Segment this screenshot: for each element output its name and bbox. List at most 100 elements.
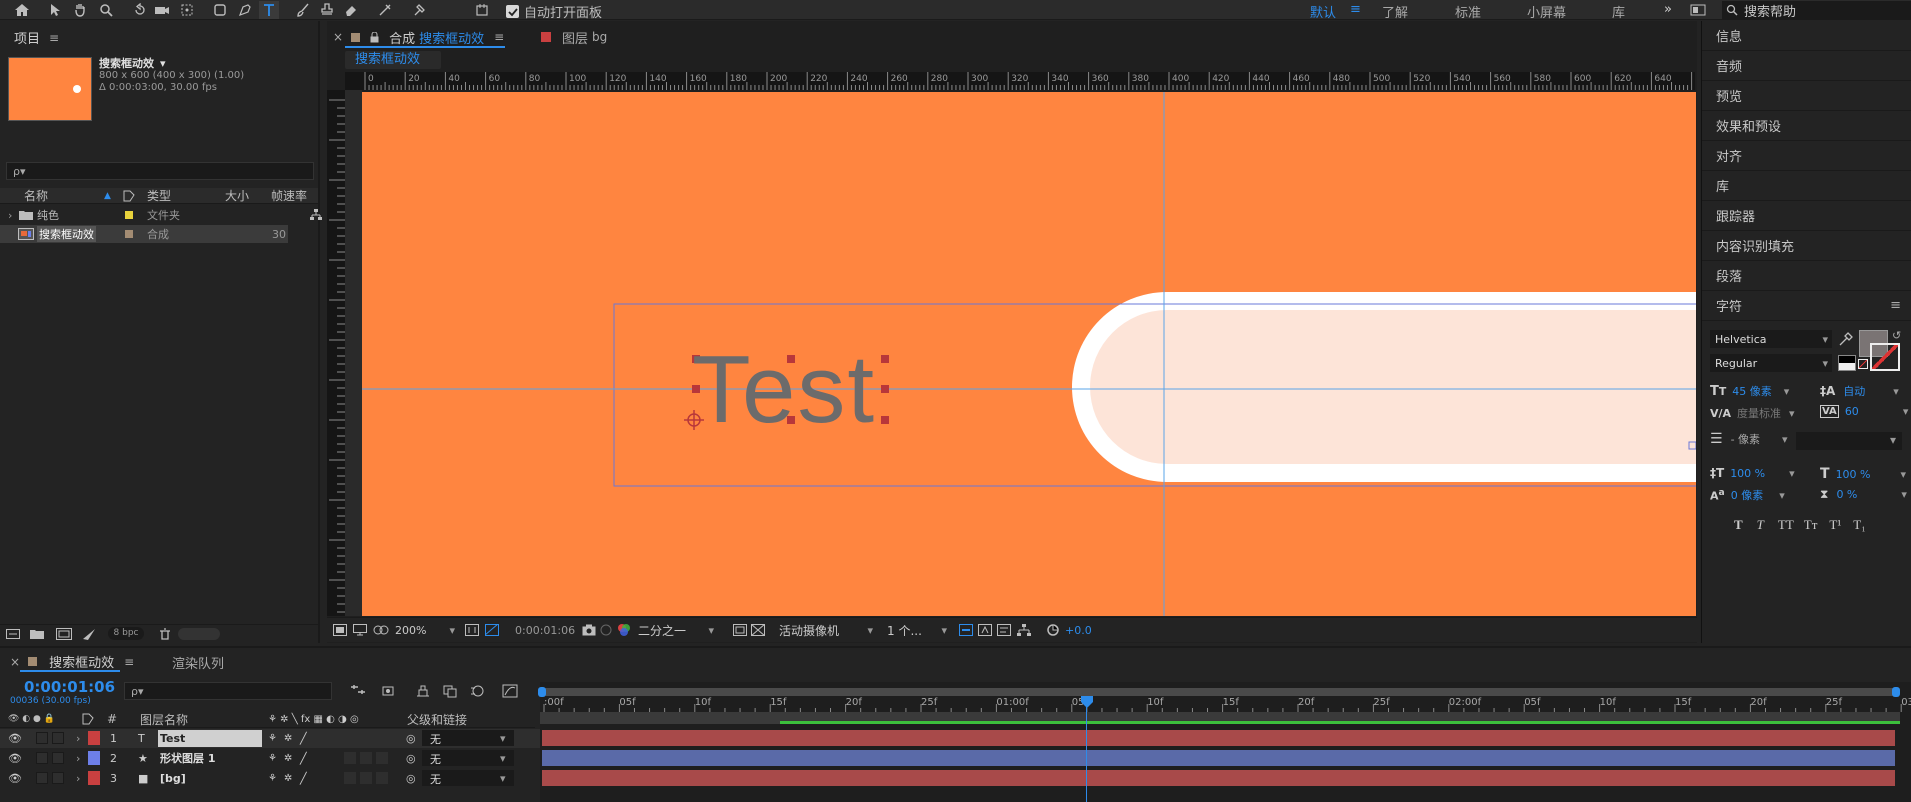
visibility-eye-icon[interactable]: 👁 xyxy=(8,732,22,745)
lock-toggle[interactable] xyxy=(52,772,64,784)
content-aware-fill-panel-tab[interactable]: 内容识别填充 xyxy=(1702,231,1911,261)
swatch-black-white[interactable] xyxy=(1838,355,1856,371)
horizontal-scale-control[interactable]: T 100 % ▾ xyxy=(1820,466,1906,482)
workspace-small-screen[interactable]: 小屏幕 xyxy=(1527,2,1566,21)
all-caps-button[interactable]: TT xyxy=(1778,517,1794,533)
font-family-dropdown[interactable]: Helvetica ▾ xyxy=(1710,330,1832,348)
3d-switch[interactable] xyxy=(376,772,388,784)
show-snapshot-icon[interactable] xyxy=(600,624,612,636)
faux-bold-button[interactable]: T xyxy=(1734,517,1743,533)
visibility-eye-icon[interactable]: 👁 xyxy=(8,772,22,785)
collapse-switch-icon[interactable]: ✲ xyxy=(284,753,292,764)
render-queue-icon[interactable] xyxy=(82,628,96,640)
time-navigator[interactable] xyxy=(540,688,1900,696)
rectangle-tool-icon[interactable] xyxy=(210,1,230,19)
lock-icon[interactable] xyxy=(370,32,379,43)
panel-menu-icon[interactable]: ≡ xyxy=(49,31,59,45)
workspace-library[interactable]: 库 xyxy=(1612,2,1625,21)
timeline-layer-row[interactable]: 👁 › 3 ■ [bg] ⚘ ✲ ╱ ◎ 无 ▾ xyxy=(0,769,540,788)
stroke-color-swatch[interactable] xyxy=(1870,343,1900,371)
solo-toggle[interactable] xyxy=(36,732,48,744)
solo-toggle[interactable] xyxy=(36,752,48,764)
region-of-interest-icon[interactable] xyxy=(733,624,747,636)
timeline-search-input[interactable]: ρ▾ xyxy=(124,682,332,700)
layer-tab[interactable]: 图层 bg xyxy=(541,27,607,47)
monitor-icon[interactable] xyxy=(353,624,367,636)
clone-stamp-tool-icon[interactable] xyxy=(317,1,337,19)
col-fps[interactable]: 帧速率 xyxy=(271,187,307,204)
solo-toggle[interactable] xyxy=(36,772,48,784)
panel-menu-icon[interactable]: ≡ xyxy=(494,30,504,44)
tracker-panel-tab[interactable]: 跟踪器 xyxy=(1702,201,1911,231)
eraser-tool-icon[interactable] xyxy=(341,1,361,19)
preview-panel-tab[interactable]: 预览 xyxy=(1702,81,1911,111)
zoom-tool-icon[interactable] xyxy=(96,1,116,19)
row-label-color[interactable] xyxy=(125,211,133,219)
fx-switch[interactable] xyxy=(344,732,356,744)
info-panel-tab[interactable]: 信息 xyxy=(1702,21,1911,51)
current-time[interactable]: 0:00:01:06 xyxy=(515,624,575,637)
roto-brush-tool-icon[interactable] xyxy=(375,1,395,19)
camera-tool-icon[interactable] xyxy=(152,1,172,19)
resolution-dropdown[interactable]: 二分之一 ▾ xyxy=(638,621,720,639)
expand-chevron-icon[interactable]: › xyxy=(76,752,80,765)
col-name[interactable]: 名称 xyxy=(24,187,48,204)
workspace-learn[interactable]: 了解 xyxy=(1382,2,1408,21)
layer-duration-bar[interactable] xyxy=(542,750,1895,766)
fit-icon[interactable] xyxy=(465,624,479,636)
more-workspaces-icon[interactable]: » xyxy=(1664,2,1672,17)
motion-blur-icon[interactable] xyxy=(470,684,486,698)
snapshot-icon[interactable] xyxy=(582,624,596,636)
work-area-bar[interactable] xyxy=(540,712,1900,724)
layer-name[interactable]: 形状图层 1 xyxy=(158,750,215,767)
font-size-control[interactable]: TT 45 像素 ▾ xyxy=(1710,383,1789,399)
vertical-ruler[interactable] xyxy=(327,90,345,616)
character-panel-header[interactable]: 字符 ≡ xyxy=(1702,291,1911,321)
layer-name[interactable]: Test xyxy=(158,730,262,747)
motion-blur-switch[interactable] xyxy=(360,752,372,764)
faux-italic-button[interactable]: T xyxy=(1757,517,1764,533)
thumbnail-slider[interactable] xyxy=(178,628,220,640)
comp-mini-flowchart-icon[interactable] xyxy=(350,684,366,698)
leading-control[interactable]: ‡A 自动 ▾ xyxy=(1820,383,1899,399)
auto-open-panel-checkbox[interactable]: 自动打开面板 xyxy=(506,2,602,21)
panel-snap-icon[interactable] xyxy=(472,1,492,19)
shy-switch-icon[interactable]: ⚘ xyxy=(268,773,277,784)
exposure-value[interactable]: +0.0 xyxy=(1065,624,1092,637)
quality-switch-icon[interactable]: ╱ xyxy=(300,732,307,745)
horizontal-ruler[interactable]: 0204060801001201401601802002202402602803… xyxy=(345,72,1695,90)
expand-chevron-icon[interactable]: › xyxy=(8,209,12,222)
3d-switch[interactable] xyxy=(376,732,388,744)
color-channels-icon[interactable] xyxy=(617,623,631,637)
hand-tool-icon[interactable] xyxy=(70,1,90,19)
workspace-menu-icon[interactable]: ≡ xyxy=(1350,2,1361,17)
small-caps-button[interactable]: Tт xyxy=(1804,517,1818,533)
pan-behind-tool-icon[interactable] xyxy=(177,1,197,19)
render-queue-tab[interactable]: 渲染队列 xyxy=(172,653,224,672)
search-help-toggle-icon[interactable] xyxy=(1688,1,1708,19)
timeline-layer-row[interactable]: 👁 › 1 T Test ⚘ ✲ ╱ ◎ 无 ▾ xyxy=(0,729,540,748)
motion-blur-switch[interactable] xyxy=(360,732,372,744)
no-color-swatch[interactable] xyxy=(1858,359,1868,369)
effects-presets-panel-tab[interactable]: 效果和预设 xyxy=(1702,111,1911,141)
draft-3d-icon[interactable] xyxy=(380,684,396,698)
dropdown-icon[interactable]: ▾ xyxy=(160,57,166,70)
motion-blur-switch[interactable] xyxy=(360,772,372,784)
collapse-switch-icon[interactable]: ✲ xyxy=(284,773,292,784)
vertical-scale-control[interactable]: ‡T 100 % ▾ xyxy=(1710,466,1795,480)
flowchart-icon[interactable] xyxy=(1017,624,1031,636)
collapse-switch-icon[interactable]: ✲ xyxy=(284,733,292,744)
project-row-comp[interactable]: 搜索框动效 合成 30 xyxy=(0,225,288,243)
pickwhip-icon[interactable]: ◎ xyxy=(406,772,416,785)
brush-tool-icon[interactable] xyxy=(293,1,313,19)
trash-icon[interactable] xyxy=(159,628,171,640)
kerning-control[interactable]: V/A 度量标准 ▾ xyxy=(1710,405,1795,421)
col-parent[interactable]: 父级和链接 xyxy=(407,711,467,728)
pickwhip-icon[interactable]: ◎ xyxy=(406,752,416,765)
pen-tool-icon[interactable] xyxy=(235,1,255,19)
close-tab-icon[interactable]: × xyxy=(333,30,343,44)
lock-toggle[interactable] xyxy=(52,732,64,744)
rotate-tool-icon[interactable] xyxy=(130,1,150,19)
3d-switch[interactable] xyxy=(376,752,388,764)
timeline-layer-row[interactable]: 👁 › 2 ★ 形状图层 1 ⚘ ✲ ╱ ◎ 无 ▾ xyxy=(0,749,540,768)
